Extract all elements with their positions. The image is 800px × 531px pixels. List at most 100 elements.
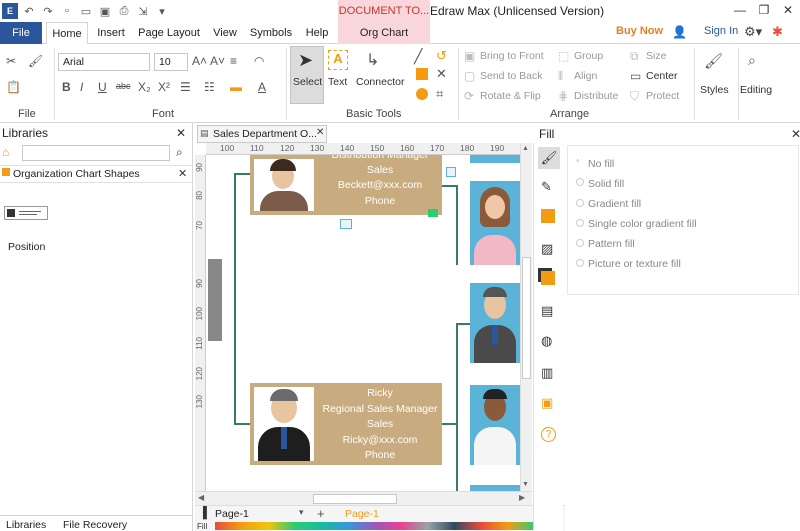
photo-tile[interactable]	[470, 283, 520, 363]
scroll-up-icon[interactable]: ▲	[522, 145, 529, 152]
close-fill-panel-icon[interactable]: ✕	[791, 127, 800, 141]
color-swatches[interactable]	[215, 522, 561, 530]
fill-option-radio[interactable]	[576, 178, 584, 186]
tab-help[interactable]: Help	[300, 22, 334, 44]
tab-symbols[interactable]: Symbols	[246, 22, 296, 44]
text-tool-label[interactable]: Text	[328, 76, 347, 88]
tab-page-layout[interactable]: Page Layout	[134, 22, 204, 44]
horizontal-scrollbar[interactable]: ◀ ▶	[195, 491, 532, 505]
save-icon[interactable]: ▣	[97, 3, 113, 19]
note-icon[interactable]: ▥	[541, 365, 553, 381]
underline-icon[interactable]: U	[98, 80, 107, 94]
active-page-tab[interactable]: Page-1	[345, 508, 379, 520]
fill-option-solid[interactable]: Solid fill	[588, 178, 624, 190]
distribute-button[interactable]: Distribute	[574, 90, 618, 102]
minimize-icon[interactable]: —	[728, 0, 752, 20]
photo-tile[interactable]	[470, 181, 520, 265]
tab-file[interactable]: File	[0, 22, 42, 44]
globe-icon[interactable]: ◍	[541, 333, 552, 349]
close-icon[interactable]: ✕	[776, 0, 800, 20]
rectangle-icon[interactable]	[416, 68, 428, 80]
arc-icon[interactable]: ↺	[436, 48, 447, 64]
send-to-back-button[interactable]: Send to Back	[480, 70, 542, 82]
line-style-icon[interactable]: ✎	[541, 179, 552, 195]
scrollbar-thumb[interactable]	[522, 257, 531, 379]
add-subordinate-icon[interactable]	[340, 219, 352, 229]
org-card[interactable]: Ricky Regional Sales Manager Sales Ricky…	[250, 383, 442, 465]
drawing-canvas[interactable]: Distribution Manager Sales Beckett@xxx.c…	[206, 155, 520, 491]
fill-tool-icon[interactable]: 🖌	[538, 147, 560, 169]
connector-label[interactable]: Connector	[356, 76, 404, 88]
help-icon[interactable]: ?	[541, 427, 556, 442]
highlight-icon[interactable]: ▬	[230, 80, 242, 94]
scroll-down-icon[interactable]: ▼	[522, 481, 529, 488]
editing-button[interactable]: Editing	[740, 84, 772, 96]
photo-tile[interactable]	[470, 155, 520, 163]
fill-option-radio[interactable]	[576, 239, 584, 247]
grow-font-icon[interactable]: A˄	[192, 54, 207, 68]
card-status-icon[interactable]	[428, 209, 438, 217]
new-icon[interactable]: ▫	[59, 3, 75, 19]
tab-org-chart[interactable]: Org Chart	[338, 22, 430, 44]
tab-view[interactable]: View	[208, 22, 242, 44]
layer-icon[interactable]	[541, 271, 555, 285]
close-libraries-icon[interactable]: ✕	[176, 126, 186, 140]
ellipse-icon[interactable]	[416, 88, 428, 100]
fill-option-no-fill[interactable]: No fill	[588, 158, 614, 170]
bullet-list-icon[interactable]: ☰	[180, 80, 191, 94]
text-tool-icon[interactable]: A	[328, 50, 348, 70]
center-button[interactable]: Center	[646, 70, 678, 82]
tab-libraries[interactable]: Libraries	[6, 519, 46, 531]
protect-button[interactable]: Protect	[646, 90, 679, 102]
italic-icon[interactable]: I	[80, 80, 83, 94]
font-name-select[interactable]: Arial	[58, 53, 150, 71]
undo-icon[interactable]: ↶	[21, 3, 37, 19]
tab-insert[interactable]: Insert	[92, 22, 130, 44]
close-category-icon[interactable]: ✕	[178, 167, 187, 180]
open-icon[interactable]: ▭	[78, 3, 94, 19]
redo-icon[interactable]: ↷	[40, 3, 56, 19]
sign-in-link[interactable]: Sign In	[704, 25, 738, 37]
theme-icon[interactable]: ✱	[772, 24, 783, 40]
group-button[interactable]: Group	[574, 50, 603, 62]
bring-to-front-button[interactable]: Bring to Front	[480, 50, 544, 62]
library-home-icon[interactable]: ⌂	[2, 145, 9, 159]
fill-option-radio[interactable]	[576, 259, 584, 267]
hscrollbar-thumb[interactable]	[313, 494, 397, 504]
color-palette[interactable]: Fill	[195, 521, 565, 531]
superscript-icon[interactable]: X²	[158, 80, 170, 94]
page-nav-icon[interactable]: ▐	[199, 507, 207, 519]
tab-home[interactable]: Home	[46, 22, 88, 45]
numbered-list-icon[interactable]: ☷	[204, 80, 215, 94]
page-selector[interactable]: Page-1	[215, 508, 249, 520]
crop-icon[interactable]: ⌗	[436, 86, 443, 102]
subscript-icon[interactable]: X₂	[138, 80, 151, 94]
comment-icon[interactable]: ▣	[541, 395, 553, 411]
library-search-input[interactable]	[22, 145, 170, 161]
strikethrough-icon[interactable]: abc	[116, 81, 131, 91]
rotate-flip-button[interactable]: Rotate & Flip	[480, 90, 541, 102]
photo-tile[interactable]	[470, 385, 520, 465]
selection-handle[interactable]	[208, 259, 222, 341]
paste-icon[interactable]: 📋	[6, 80, 21, 94]
card-action-icon[interactable]	[446, 167, 456, 177]
styles-icon[interactable]: 🖌	[704, 52, 723, 70]
fill-option-radio[interactable]	[576, 199, 584, 207]
line-icon[interactable]: ╱	[414, 48, 422, 65]
scroll-left-icon[interactable]: ◀	[198, 493, 204, 502]
format-painter-icon[interactable]: 🖌	[28, 54, 43, 68]
font-color-icon[interactable]: A	[258, 80, 266, 94]
tab-file-recovery[interactable]: File Recovery	[63, 519, 127, 531]
cross-icon[interactable]: ✕	[436, 66, 447, 82]
fill-option-single-gradient[interactable]: Single color gradient fill	[588, 218, 697, 230]
font-size-select[interactable]: 10	[154, 53, 188, 71]
add-page-icon[interactable]: +	[317, 506, 325, 521]
print-icon[interactable]: ⎙	[116, 3, 132, 19]
vertical-scrollbar[interactable]: ▲ ▼	[520, 143, 532, 491]
buy-now-link[interactable]: Buy Now	[616, 25, 663, 37]
fill-option-picture[interactable]: Picture or texture fill	[588, 258, 681, 270]
page-icon[interactable]: ▤	[541, 303, 553, 319]
close-document-icon[interactable]: ✕	[316, 127, 324, 138]
fill-option-radio[interactable]	[576, 219, 584, 227]
shadow-icon[interactable]	[541, 209, 555, 223]
